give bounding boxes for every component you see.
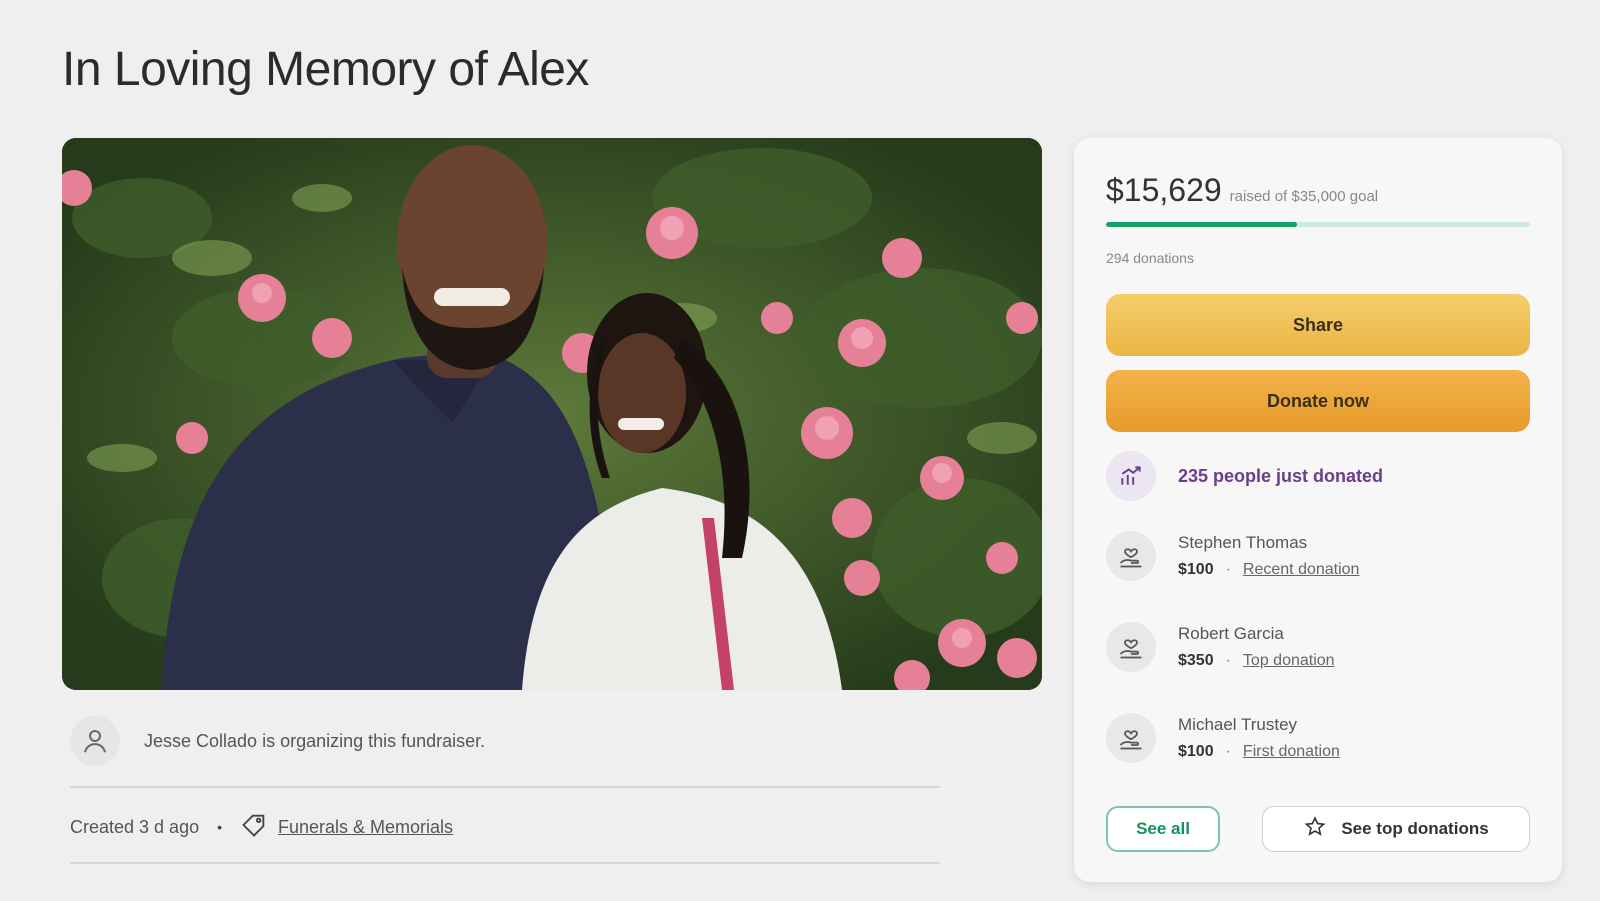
donor-item: Stephen Thomas $100 · Recent donation (1106, 531, 1359, 581)
donor-item: Robert Garcia $350 · Top donation (1106, 622, 1335, 672)
divider (70, 862, 940, 864)
donor-hand-heart-icon (1106, 531, 1156, 581)
organizer-text: Jesse Collado is organizing this fundrai… (144, 730, 486, 751)
donor-amount: $100 (1178, 743, 1214, 760)
donor-separator: · (1225, 743, 1231, 760)
donor-amount: $100 (1178, 561, 1214, 578)
hero-photo (62, 138, 1042, 690)
donor-name: Robert Garcia (1178, 624, 1284, 643)
created-date: Created 3 d ago (70, 816, 200, 837)
donation-tag-link[interactable]: First donation (1243, 743, 1340, 760)
donate-now-button[interactable]: Donate now (1106, 370, 1530, 432)
hero-photo-illustration (62, 138, 1042, 690)
star-icon (1303, 815, 1327, 844)
donation-card: $15,629 raised of $35,000 goal 294 donat… (1074, 138, 1562, 882)
see-all-button[interactable]: See all (1106, 806, 1220, 852)
recent-activity: 235 people just donated (1106, 451, 1383, 501)
progress-bar (1106, 222, 1530, 227)
share-button[interactable]: Share (1106, 294, 1530, 356)
fundraiser-meta: Created 3 d ago • Funerals & Memorials (70, 812, 453, 842)
donor-item: Michael Trustey $100 · First donation (1106, 713, 1340, 763)
raised-summary: $15,629 raised of $35,000 goal (1106, 172, 1378, 209)
donor-hand-heart-icon (1106, 622, 1156, 672)
meta-separator: • (217, 819, 222, 835)
donor-separator: · (1225, 561, 1231, 578)
raised-goal: raised of $35,000 goal (1229, 188, 1379, 205)
divider (70, 786, 940, 788)
tag-icon (240, 811, 268, 844)
user-icon (70, 716, 120, 766)
page-title: In Loving Memory of Alex (62, 43, 589, 96)
recent-donors-text: 235 people just donated (1178, 465, 1384, 486)
progress-fill (1106, 222, 1297, 227)
donor-separator: · (1225, 652, 1231, 669)
category-link[interactable]: Funerals & Memorials (278, 817, 453, 838)
organizer-row: Jesse Collado is organizing this fundrai… (70, 716, 940, 766)
raised-amount: $15,629 (1106, 172, 1222, 208)
donation-tag-link[interactable]: Top donation (1243, 652, 1335, 669)
see-top-donations-label: See top donations (1341, 819, 1489, 838)
donor-hand-heart-icon (1106, 713, 1156, 763)
donations-count: 294 donations (1106, 250, 1194, 266)
see-top-donations-button[interactable]: See top donations (1262, 806, 1530, 852)
trending-up-icon (1106, 451, 1156, 501)
donor-name: Stephen Thomas (1178, 533, 1308, 552)
donor-amount: $350 (1178, 652, 1214, 669)
donation-tag-link[interactable]: Recent donation (1243, 561, 1360, 578)
donor-name: Michael Trustey (1178, 715, 1298, 734)
